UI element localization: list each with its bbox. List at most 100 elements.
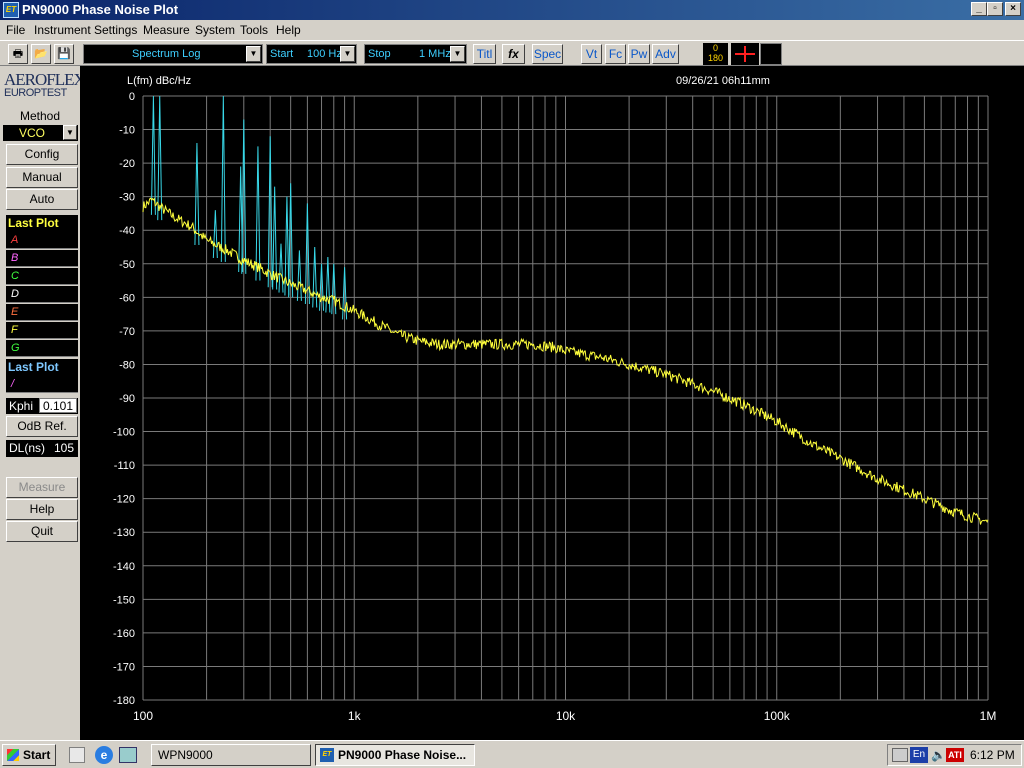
- chevron-down-icon[interactable]: ▼: [340, 46, 355, 62]
- y-tick-label: -180: [113, 695, 135, 707]
- chevron-down-icon[interactable]: ▼: [246, 46, 261, 62]
- title-bar: ET PN9000 Phase Noise Plot _ ▫ ×: [0, 0, 1024, 20]
- title-button[interactable]: Titl: [473, 44, 496, 64]
- x-tick-label: 1k: [348, 709, 362, 723]
- plot-slot-b[interactable]: B: [6, 250, 78, 267]
- chevron-down-icon[interactable]: ▼: [450, 46, 465, 62]
- plot-slot-f[interactable]: F: [6, 322, 78, 339]
- color-swatch[interactable]: [760, 43, 782, 65]
- y-tick-label: -40: [119, 225, 135, 237]
- dl-value: 105: [53, 441, 74, 455]
- plot-slot-g[interactable]: G: [6, 340, 78, 357]
- kphi-label: Kphi: [9, 399, 34, 413]
- x-axis-ticks: 100 1k 10k 100k 1M: [133, 709, 996, 723]
- plot-slot-last[interactable]: /: [6, 376, 78, 393]
- plot-slot-d[interactable]: D: [6, 286, 78, 303]
- spur-mark: [312, 246, 318, 308]
- crosshair-icon[interactable]: [731, 43, 759, 65]
- print-icon[interactable]: 🖶: [8, 44, 28, 64]
- last-plot-header: Last Plot: [6, 215, 78, 232]
- y-tick-label: -170: [113, 661, 135, 673]
- menu-file[interactable]: File: [6, 23, 25, 37]
- auto-button[interactable]: Auto: [6, 189, 78, 210]
- save-icon[interactable]: 💾: [54, 44, 74, 64]
- restore-button[interactable]: ▫: [987, 2, 1003, 16]
- application-window: ET PN9000 Phase Noise Plot _ ▫ × File In…: [0, 0, 1024, 740]
- language-indicator[interactable]: En: [910, 747, 928, 763]
- menu-bar: File Instrument Settings Measure System …: [0, 20, 1024, 40]
- windows-logo-icon: [7, 749, 19, 761]
- close-button[interactable]: ×: [1005, 2, 1021, 16]
- adv-button[interactable]: Adv: [652, 44, 679, 64]
- start-button[interactable]: Start: [2, 744, 56, 766]
- volume-icon[interactable]: 🔈: [931, 748, 946, 762]
- menu-help[interactable]: Help: [276, 23, 301, 37]
- task-pn9000-plot[interactable]: ET PN9000 Phase Noise...: [315, 744, 475, 766]
- kphi-value[interactable]: 0.101: [39, 398, 77, 413]
- config-button[interactable]: Config: [6, 144, 78, 165]
- delay-line-field[interactable]: DL(ns) 105: [6, 440, 78, 457]
- spur-mark: [296, 250, 302, 301]
- fc-button[interactable]: Fc: [605, 44, 626, 64]
- vt-button[interactable]: Vt: [581, 44, 602, 64]
- quit-button[interactable]: Quit: [6, 521, 78, 542]
- y-tick-label: -130: [113, 527, 135, 539]
- plot-slot-a[interactable]: A: [6, 232, 78, 249]
- y-tick-label: -90: [119, 393, 135, 405]
- menu-measure[interactable]: Measure: [143, 23, 190, 37]
- network-icon[interactable]: [119, 747, 137, 763]
- start-label: Start: [23, 748, 51, 762]
- stop-label: Stop: [368, 48, 391, 60]
- y-tick-label: -140: [113, 561, 135, 573]
- internet-explorer-icon[interactable]: e: [95, 746, 113, 764]
- pw-button[interactable]: Pw: [628, 44, 650, 64]
- kphi-field[interactable]: Kphi 0.101: [6, 398, 78, 414]
- help-button[interactable]: Help: [6, 499, 78, 520]
- spur-mark: [325, 257, 331, 313]
- app-icon: ET: [320, 748, 334, 762]
- show-desktop-icon[interactable]: [69, 747, 85, 763]
- last-plot-header-2: Last Plot: [6, 359, 78, 376]
- start-field[interactable]: Start 100 Hz ▼: [266, 44, 357, 64]
- open-folder-icon[interactable]: 📂: [31, 44, 51, 64]
- menu-tools[interactable]: Tools: [240, 23, 268, 37]
- y-axis-label: L(fm) dBc/Hz: [127, 75, 191, 87]
- plot-area[interactable]: 0 -10 -20 -30 -40 -50 -60 -70 -80 -90 -100 -110 -120…: [80, 66, 1024, 740]
- spec-button[interactable]: Spec: [532, 44, 563, 64]
- y-tick-label: -10: [119, 125, 135, 137]
- y-tick-label: -50: [119, 259, 135, 271]
- y-tick-label: -80: [119, 359, 135, 371]
- menu-settings[interactable]: Settings: [94, 23, 137, 37]
- y-tick-label: -160: [113, 628, 135, 640]
- zero-db-ref-button[interactable]: OdB Ref.: [6, 416, 78, 437]
- start-value: 100 Hz: [307, 48, 342, 60]
- plot-slot-e[interactable]: E: [6, 304, 78, 321]
- menu-system[interactable]: System: [195, 23, 235, 37]
- x-tick-label: 10k: [556, 709, 576, 723]
- stop-field[interactable]: Stop 1 MHz ▼: [364, 44, 467, 64]
- y-tick-label: -110: [114, 460, 135, 472]
- spur-mark: [194, 142, 200, 246]
- plot-slot-c[interactable]: C: [6, 268, 78, 285]
- task-wpn9000[interactable]: WPN9000: [151, 744, 311, 766]
- minimize-button[interactable]: _: [971, 2, 987, 16]
- spur-mark: [255, 146, 261, 281]
- phase-top: 0: [712, 43, 718, 53]
- mode-select[interactable]: Spectrum Log ▼: [83, 44, 263, 64]
- phase-indicator[interactable]: 0 180: [703, 43, 728, 65]
- function-button[interactable]: fx: [502, 44, 525, 64]
- stop-value: 1 MHz: [419, 48, 451, 60]
- x-tick-label: 1M: [980, 709, 997, 723]
- spur-mark: [278, 243, 284, 293]
- measure-button[interactable]: Measure: [6, 477, 78, 498]
- chevron-down-icon[interactable]: ▼: [63, 125, 77, 140]
- method-select[interactable]: VCO ▼: [3, 125, 78, 141]
- monitor-icon[interactable]: [892, 748, 908, 762]
- y-tick-label: -70: [119, 326, 135, 338]
- manual-button[interactable]: Manual: [6, 167, 78, 188]
- y-tick-label: -60: [119, 292, 135, 304]
- mode-value: Spectrum Log: [132, 48, 201, 60]
- menu-instrument[interactable]: Instrument: [34, 23, 91, 37]
- ati-icon[interactable]: ATI: [946, 748, 964, 762]
- toolbar: 🖶 📂 💾 Spectrum Log ▼ Start 100 Hz ▼ Stop…: [0, 40, 1024, 66]
